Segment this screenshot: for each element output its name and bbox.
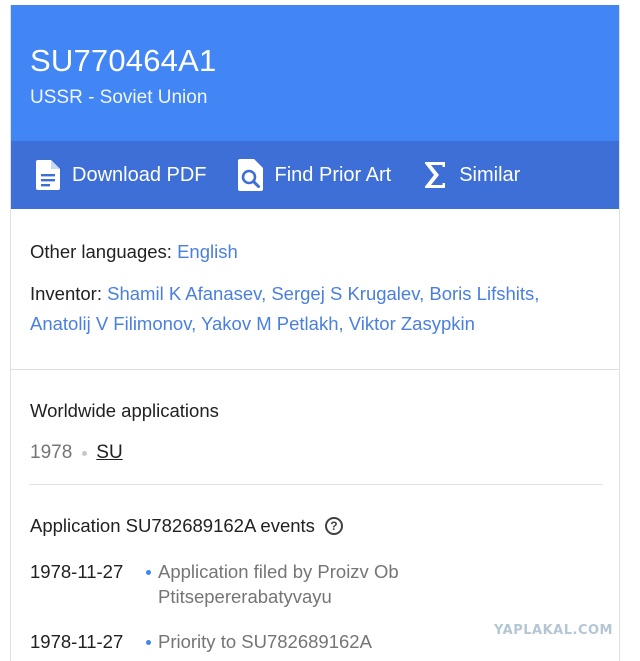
pdf-document-icon [33,159,63,191]
event-description: Application filed by Proizv Ob Ptitseper… [158,561,399,607]
event-date: 1978-11-27 [30,631,124,652]
publication-number: SU770464A1 [30,43,217,78]
application-year: 1978 [30,442,73,463]
inventor-link[interactable]: Sergej S Krugalev [271,283,419,304]
download-pdf-label: Download PDF [72,163,207,186]
events-title: Application SU782689162A events [30,515,315,536]
search-document-icon [236,159,266,191]
inventor-label: Inventor: [30,283,102,304]
worldwide-applications-title: Worldwide applications [30,400,219,421]
applications-section: Worldwide applications 1978 SU Applicati… [11,370,619,654]
event-bullet [138,629,158,654]
inventor-row: Inventor: Shamil K Afanasev, Sergej S Kr… [30,279,600,339]
similar-button[interactable]: Similar [420,159,520,191]
event-row: 1978-11-27 Application filed by Proizv O… [30,559,600,609]
inventor-separator: , [419,283,430,304]
other-languages-row: Other languages: English [30,237,600,267]
inventor-separator: , [191,313,202,334]
inventor-link[interactable]: Boris Lifshits [429,283,534,304]
action-bar: Download PDF Find Prior Art Similar [11,141,619,209]
event-bullet [138,559,158,609]
other-languages-label: Other languages: [30,241,172,262]
sigma-icon [420,159,450,191]
find-prior-art-label: Find Prior Art [274,163,392,186]
separator-dot [82,450,88,456]
help-icon[interactable]: ? [324,517,343,535]
inventor-link[interactable]: Anatolij V Filimonov [30,313,191,334]
patent-header: SU770464A1 USSR - Soviet Union [11,5,619,141]
inventor-link[interactable]: Shamil K Afanasev [107,283,261,304]
patent-card: SU770464A1 USSR - Soviet Union Download … [10,5,620,661]
language-link-english[interactable]: English [177,241,238,262]
application-country-link[interactable]: SU [96,442,122,464]
find-prior-art-button[interactable]: Find Prior Art [236,159,392,191]
inventor-separator: , [338,313,349,334]
worldwide-application-entry: 1978 SU [30,442,600,464]
watermark: YAPLAKAL.COM [494,623,613,638]
events-heading: Application SU782689162A events ? [30,513,600,539]
inventor-link[interactable]: Yakov M Petlakh [201,313,338,334]
download-pdf-button[interactable]: Download PDF [33,159,207,191]
section-divider [30,484,602,485]
inventor-link[interactable]: Viktor Zasypkin [349,313,475,334]
event-date: 1978-11-27 [30,561,124,582]
event-description: Priority to SU782689162A [158,631,372,652]
inventor-separator: , [261,283,272,304]
inventor-separator: , [534,283,540,304]
patent-metadata: Other languages: English Inventor: Shami… [11,209,619,370]
similar-label: Similar [459,163,521,186]
patent-country: USSR - Soviet Union [30,87,208,108]
